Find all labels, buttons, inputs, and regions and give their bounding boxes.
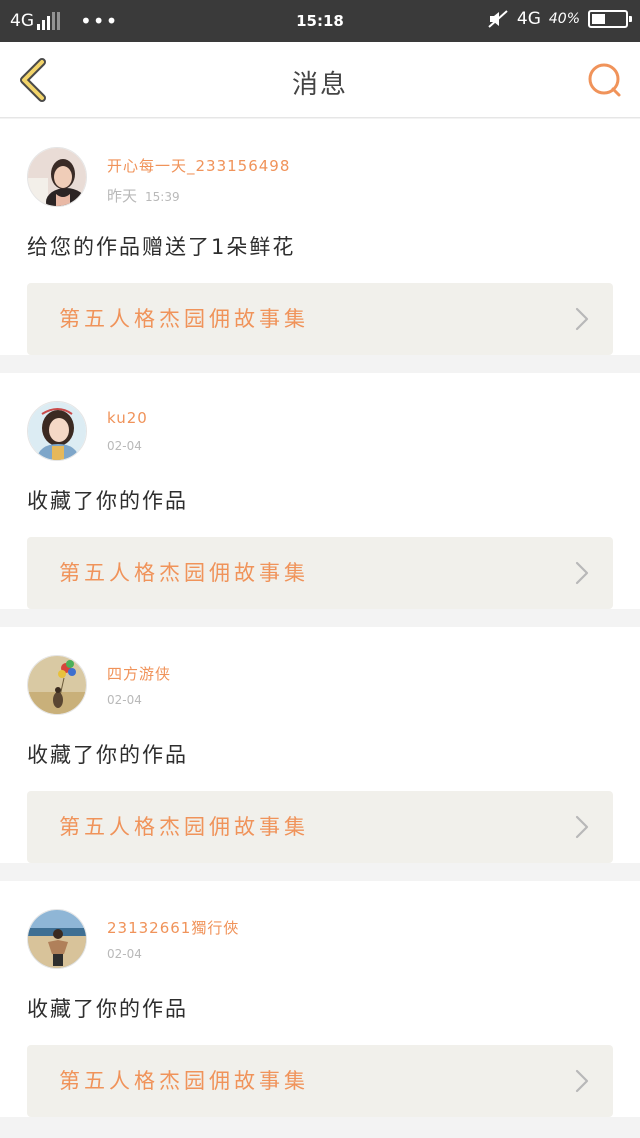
work-title: 第五人格杰园佣故事集: [59, 561, 309, 585]
work-title: 第五人格杰园佣故事集: [59, 815, 309, 839]
work-title: 第五人格杰园佣故事集: [59, 307, 309, 331]
avatar[interactable]: [27, 909, 87, 969]
chevron-right-icon: [575, 1069, 589, 1093]
message-day: 昨天: [107, 187, 138, 205]
user-name[interactable]: 四方游侠: [107, 663, 171, 684]
message-time: 昨天 15:39: [107, 185, 180, 206]
message-clock: 02-04: [107, 947, 142, 961]
message-time: 02-04: [107, 947, 142, 961]
status-right: 4G 40%: [487, 8, 632, 30]
search-icon[interactable]: [584, 60, 624, 100]
message-clock: 02-04: [107, 693, 142, 707]
message-time: 02-04: [107, 439, 142, 453]
message-text: 收藏了你的作品: [27, 743, 188, 767]
chevron-right-icon: [575, 307, 589, 331]
work-link[interactable]: 第五人格杰园佣故事集: [27, 791, 613, 863]
message-card: ku20 02-04 收藏了你的作品 第五人格杰园佣故事集: [0, 373, 640, 609]
message-time: 02-04: [107, 693, 142, 707]
message-clock: 15:39: [145, 190, 180, 204]
avatar[interactable]: [27, 401, 87, 461]
user-name[interactable]: ku20: [107, 409, 148, 427]
work-link[interactable]: 第五人格杰园佣故事集: [27, 1045, 613, 1117]
message-text: 收藏了你的作品: [27, 489, 188, 513]
header-bar: 消息: [0, 42, 640, 118]
work-title: 第五人格杰园佣故事集: [59, 1069, 309, 1093]
network-type-right: 4G: [516, 9, 541, 29]
battery-percent: 40%: [548, 11, 580, 27]
user-name[interactable]: 23132661獨行俠: [107, 917, 239, 938]
avatar[interactable]: [27, 655, 87, 715]
message-card: 23132661獨行俠 02-04 收藏了你的作品 第五人格杰园佣故事集: [0, 881, 640, 1117]
page-title: 消息: [291, 70, 348, 100]
battery-icon: [588, 10, 632, 28]
message-list: 开心每一天_233156498 昨天 15:39 给您的作品赠送了1朵鲜花 第五人…: [0, 119, 640, 1135]
message-clock: 02-04: [107, 439, 142, 453]
message-card: 四方游侠 02-04 收藏了你的作品 第五人格杰园佣故事集: [0, 627, 640, 863]
chevron-right-icon: [575, 561, 589, 585]
user-name[interactable]: 开心每一天_233156498: [107, 155, 290, 176]
message-text: 收藏了你的作品: [27, 997, 188, 1021]
chevron-right-icon: [575, 815, 589, 839]
mute-icon: [488, 10, 508, 28]
message-text: 给您的作品赠送了1朵鲜花: [27, 235, 296, 259]
status-bar: 4G ••• 15:18 4G 40%: [0, 0, 640, 42]
message-card: 开心每一天_233156498 昨天 15:39 给您的作品赠送了1朵鲜花 第五人…: [0, 119, 640, 355]
avatar[interactable]: [27, 147, 87, 207]
work-link[interactable]: 第五人格杰园佣故事集: [27, 537, 613, 609]
work-link[interactable]: 第五人格杰园佣故事集: [27, 283, 613, 355]
battery-level: [592, 14, 605, 24]
